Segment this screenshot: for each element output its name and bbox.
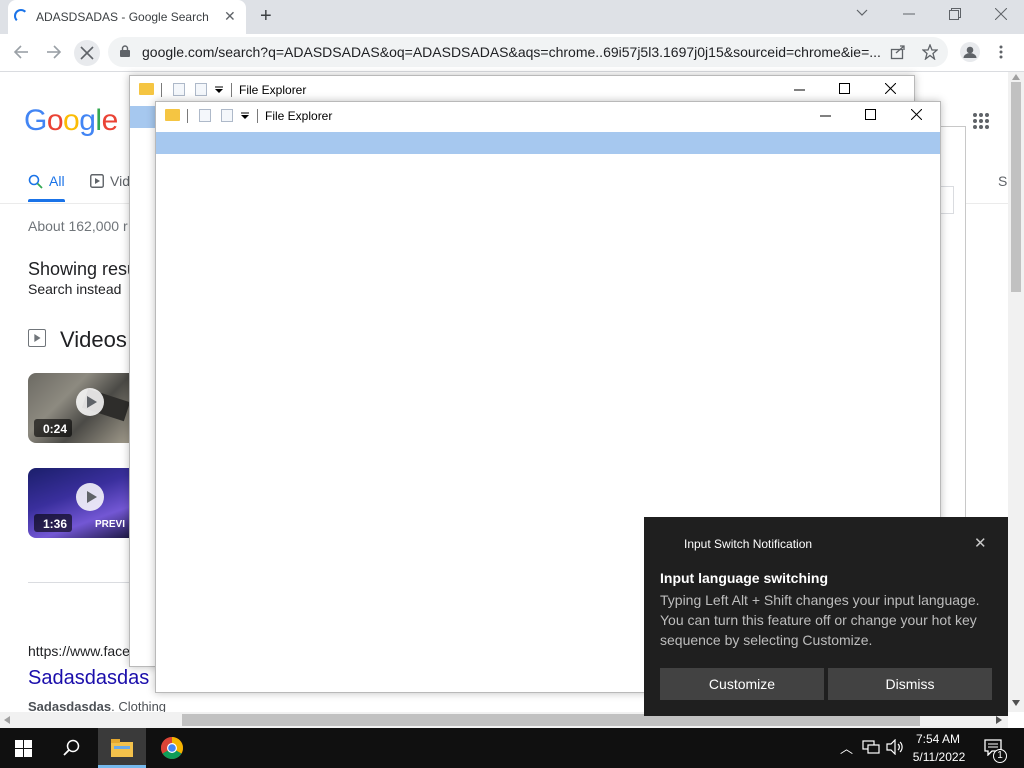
scroll-up-icon[interactable]	[1012, 74, 1020, 80]
minimize-icon[interactable]	[820, 115, 831, 117]
share-icon[interactable]	[890, 44, 906, 60]
search-box-edge	[940, 186, 954, 214]
close-window-icon[interactable]	[995, 8, 1007, 20]
forward-arrow-icon[interactable]	[46, 44, 62, 60]
scroll-down-icon[interactable]	[1012, 700, 1020, 706]
result-title-link[interactable]: Sadasdasdas	[28, 667, 149, 690]
tab-title: ADASDSADAS - Google Search	[36, 10, 209, 24]
maximize-icon[interactable]	[839, 83, 850, 94]
notification-count-badge: 1	[993, 749, 1007, 763]
tab-all[interactable]: All	[49, 173, 65, 189]
search-instead-text[interactable]: Search instead	[28, 281, 121, 297]
windows-start-icon[interactable]	[15, 740, 32, 757]
scroll-right-icon[interactable]	[996, 716, 1002, 724]
bookmark-star-icon[interactable]	[922, 44, 938, 60]
minimize-icon[interactable]	[903, 13, 915, 15]
customize-toolbar-icon[interactable]	[241, 112, 249, 120]
notification-title: Input language switching	[660, 570, 828, 586]
volume-icon[interactable]	[886, 739, 904, 755]
chrome-icon[interactable]	[161, 737, 183, 759]
loading-spinner-icon	[14, 9, 28, 23]
logo-letter: g	[79, 104, 96, 137]
scroll-left-icon[interactable]	[4, 716, 10, 724]
ribbon-bar	[156, 132, 940, 154]
minimize-icon[interactable]	[794, 89, 805, 91]
vertical-scroll-thumb[interactable]	[1011, 82, 1021, 292]
result-url[interactable]: https://www.face	[28, 643, 130, 659]
tab-search-icon[interactable]	[856, 8, 868, 18]
clock-time[interactable]: 7:54 AM	[912, 732, 964, 746]
video-duration: 1:36	[43, 517, 68, 531]
dismiss-button[interactable]: Dismiss	[828, 668, 992, 700]
folder-icon	[165, 109, 180, 121]
logo-letter: e	[101, 104, 119, 137]
active-tab-indicator	[28, 199, 65, 202]
search-icon	[28, 174, 43, 189]
new-folder-icon[interactable]	[221, 109, 233, 122]
clock-date[interactable]: 5/11/2022	[910, 750, 968, 764]
video-thumbnail[interactable]: 1:36 PREVI	[28, 468, 132, 538]
separator	[187, 109, 188, 123]
notification-app-name: Input Switch Notification	[684, 537, 813, 551]
logo-letter: o	[46, 104, 64, 137]
restore-icon[interactable]	[949, 8, 961, 20]
play-icon	[87, 491, 97, 503]
window-title: File Explorer	[265, 109, 333, 123]
maximize-icon[interactable]	[865, 109, 876, 120]
showing-results-text: Showing resu	[28, 259, 138, 279]
properties-icon[interactable]	[173, 83, 185, 96]
lock-icon[interactable]	[120, 45, 130, 57]
video-duration: 0:24	[43, 422, 68, 436]
network-icon[interactable]	[862, 739, 880, 755]
videos-heading: Videos	[60, 327, 127, 352]
back-arrow-icon[interactable]	[13, 44, 29, 60]
search-icon[interactable]	[63, 739, 81, 757]
logo-letter: o	[63, 104, 80, 137]
show-hidden-icons-button[interactable]: ︿	[840, 738, 853, 757]
tab-clipped[interactable]: S	[998, 173, 1007, 189]
stop-loading-icon	[80, 46, 94, 60]
menu-kebab-icon[interactable]	[998, 44, 1004, 60]
properties-icon[interactable]	[199, 109, 211, 122]
close-icon[interactable]	[911, 109, 922, 120]
new-tab-button[interactable]: +	[260, 5, 272, 27]
google-logo[interactable]: Google	[24, 104, 118, 138]
video-tab-icon	[90, 174, 104, 188]
profile-avatar-icon[interactable]	[960, 42, 980, 62]
window-title: File Explorer	[239, 83, 307, 97]
close-icon[interactable]	[885, 83, 896, 94]
thumbnail-overlay-text: PREVI	[95, 519, 126, 530]
customize-toolbar-icon[interactable]	[215, 86, 223, 94]
video-section-icon	[28, 329, 46, 347]
video-thumbnail[interactable]: 0:24	[28, 373, 132, 443]
logo-letter: G	[24, 104, 47, 137]
apps-grid-icon[interactable]	[972, 112, 990, 130]
separator	[257, 109, 258, 123]
folder-icon	[139, 83, 154, 95]
ribbon-bar	[130, 106, 156, 128]
file-explorer-icon	[111, 739, 133, 757]
divider	[28, 582, 130, 583]
separator	[161, 83, 162, 97]
result-stats: About 162,000 r	[28, 218, 128, 234]
separator	[231, 83, 232, 97]
notification-close-button[interactable]: ✕	[974, 534, 987, 552]
play-icon	[87, 396, 97, 408]
customize-button[interactable]: Customize	[660, 668, 824, 700]
url-text[interactable]: google.com/search?q=ADASDSADAS&oq=ADASDS…	[142, 44, 882, 60]
tab-close-button[interactable]: ✕	[224, 8, 236, 24]
notification-body: Typing Left Alt + Shift changes your inp…	[660, 592, 980, 648]
new-folder-icon[interactable]	[195, 83, 207, 96]
tab-videos[interactable]: Vid	[110, 173, 130, 189]
